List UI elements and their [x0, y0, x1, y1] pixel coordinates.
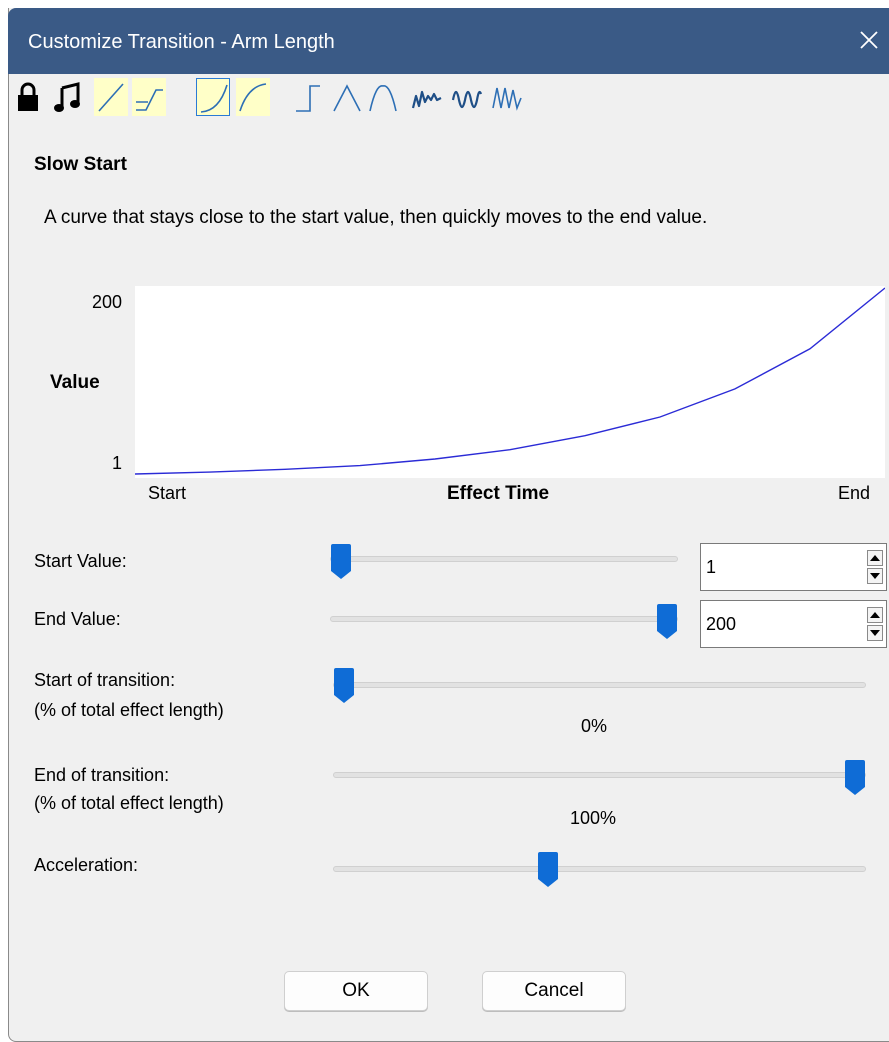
end-value-label: End Value:	[34, 609, 121, 629]
curve-step-button[interactable]	[290, 78, 324, 116]
acceleration-label: Acceleration:	[34, 855, 139, 875]
close-button[interactable]	[849, 22, 889, 58]
curve-line	[134, 287, 886, 475]
curve-linear-button[interactable]	[94, 78, 128, 116]
slow-start-curve-icon	[200, 84, 228, 113]
curve-slow-start-button[interactable]	[196, 78, 230, 116]
curve-slow-end-button[interactable]	[236, 78, 270, 116]
curve-graph	[134, 286, 886, 478]
y-axis-label: Value	[50, 372, 100, 393]
end-transition-value: 100%	[570, 808, 617, 828]
y-max-label: 200	[91, 292, 122, 312]
ok-button[interactable]: OK	[284, 971, 428, 1011]
round-peak-curve-icon	[369, 85, 397, 112]
curve-peak-button[interactable]	[330, 78, 364, 116]
arrow-down-icon	[870, 573, 880, 579]
acceleration-slider[interactable]	[333, 866, 866, 872]
linear-curve-icon	[98, 83, 124, 112]
sine-wave-icon	[451, 90, 483, 109]
start-transition-slider[interactable]	[333, 682, 866, 688]
zigzag-wave-icon	[492, 87, 522, 111]
start-value-decrement[interactable]	[867, 568, 883, 584]
dialog-window	[8, 8, 889, 1042]
acceleration-slider-thumb[interactable]	[537, 852, 559, 888]
end-value-decrement[interactable]	[867, 625, 883, 641]
step-linear-curve-icon	[136, 89, 163, 111]
start-transition-sublabel: (% of total effect length)	[34, 700, 224, 720]
end-transition-slider[interactable]	[333, 772, 866, 778]
start-transition-slider-thumb[interactable]	[333, 668, 355, 704]
arrow-down-icon	[870, 630, 880, 636]
curve-random-button[interactable]	[410, 78, 444, 116]
window-title: Customize Transition - Arm Length	[28, 31, 335, 53]
curve-name: Slow Start	[34, 154, 127, 175]
y-min-label: 1	[111, 453, 122, 473]
arrow-up-icon	[870, 555, 880, 561]
end-transition-sublabel: (% of total effect length)	[34, 793, 224, 813]
close-icon	[860, 31, 878, 49]
start-transition-label: Start of transition:	[34, 670, 176, 690]
title-bar: Customize Transition - Arm Length	[8, 8, 889, 74]
curve-toolbar	[14, 78, 574, 118]
end-value-slider[interactable]	[330, 616, 678, 622]
start-value-slider[interactable]	[330, 556, 678, 562]
end-transition-label: End of transition:	[34, 765, 170, 785]
start-transition-value: 0%	[581, 716, 608, 736]
curve-description: A curve that stays close to the start va…	[44, 207, 708, 228]
start-value-input[interactable]	[706, 554, 846, 580]
end-value-increment[interactable]	[867, 607, 883, 623]
x-end-label: End	[838, 483, 871, 503]
random-wave-icon	[411, 90, 442, 109]
peak-curve-icon	[333, 84, 361, 112]
curve-graph-svg	[134, 287, 886, 475]
cancel-button[interactable]: Cancel	[482, 971, 626, 1011]
arrow-up-icon	[870, 612, 880, 618]
end-transition-slider-thumb[interactable]	[844, 760, 866, 796]
start-value-label: Start Value:	[34, 551, 127, 571]
end-value-spinbox[interactable]	[700, 600, 887, 648]
curve-step-linear-button[interactable]	[132, 78, 166, 116]
lock-button[interactable]	[14, 78, 48, 116]
x-axis-label: Effect Time	[447, 483, 550, 504]
start-value-increment[interactable]	[867, 550, 883, 566]
x-start-label: Start	[148, 483, 187, 503]
start-value-slider-thumb[interactable]	[330, 544, 352, 580]
music-sync-button[interactable]	[52, 78, 86, 116]
end-value-input[interactable]	[706, 611, 846, 637]
start-value-spinbox[interactable]	[700, 543, 887, 591]
end-value-slider-thumb[interactable]	[656, 604, 678, 640]
curve-round-peak-button[interactable]	[366, 78, 400, 116]
curve-sine-button[interactable]	[450, 78, 484, 116]
slow-end-curve-icon	[239, 83, 267, 112]
step-curve-icon	[296, 85, 320, 112]
lock-icon	[18, 82, 38, 111]
curve-zigzag-button[interactable]	[490, 78, 524, 116]
music-note-icon	[54, 82, 80, 112]
